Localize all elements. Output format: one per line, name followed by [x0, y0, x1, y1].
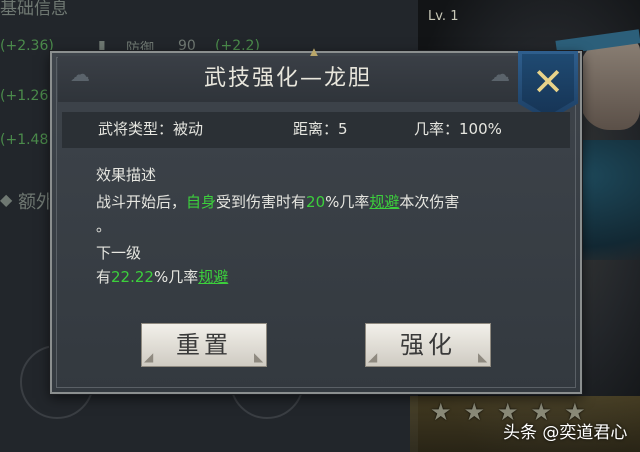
effect-chance-value: 20 — [306, 193, 326, 211]
effect-label: 效果描述 — [96, 166, 157, 184]
star-icon: ★ — [463, 398, 486, 426]
skill-chance: 几率：100% — [414, 120, 502, 138]
effect-text-part: 本次伤害 — [399, 193, 460, 211]
stat-bonus-1: (+2.36) — [0, 38, 54, 54]
reset-button[interactable]: 重置 — [141, 323, 267, 367]
effect-text-part: %几率 — [325, 193, 370, 211]
info-header: 基础信息 — [0, 0, 68, 19]
enhance-button[interactable]: 强化 — [365, 323, 491, 367]
next-level-label: 下一级 — [96, 244, 142, 262]
close-button[interactable]: ✕ — [518, 51, 578, 121]
button-corner-ornament: ◢ — [368, 350, 378, 364]
effect-target-highlight: 自身 — [186, 193, 217, 211]
dialog-title: 武技强化—龙胆 — [203, 66, 372, 91]
effect-text-part: 受到伤害时有 — [216, 193, 307, 211]
hero-face — [580, 40, 640, 130]
next-chance-value: 22.22 — [111, 268, 154, 286]
skill-type: 武将类型：被动 — [98, 120, 204, 138]
bullet-icon: ◆ — [0, 190, 13, 209]
evade-keyword-link[interactable]: 规避 — [198, 268, 228, 286]
effect-description: 战斗开始后，自身受到伤害时有20%几率规避本次伤害。 — [96, 190, 536, 238]
star-icon: ★ — [430, 398, 452, 426]
stat-bonus-2: (+1.26 — [0, 88, 49, 104]
watermark: 头条 @奕道君心 — [503, 423, 628, 443]
button-corner-ornament: ◣ — [478, 350, 488, 364]
button-corner-ornament: ◣ — [254, 350, 264, 364]
extra-label: 额外 — [18, 192, 54, 213]
effect-text-part: 战斗开始后， — [96, 193, 187, 211]
next-level-description: 有22.22%几率规避 — [96, 265, 536, 289]
skill-distance: 距离：5 — [293, 120, 348, 138]
hero-level: Lv. 1 — [428, 9, 459, 24]
button-corner-ornament: ◢ — [144, 350, 154, 364]
close-icon: ✕ — [532, 60, 564, 104]
next-text-part: 有 — [96, 268, 112, 286]
evade-keyword-link[interactable]: 规避 — [369, 193, 399, 211]
next-text-part: %几率 — [153, 268, 199, 286]
stat-bonus-3: (+1.48 — [0, 132, 49, 148]
effect-text-part: 。 — [96, 217, 112, 235]
